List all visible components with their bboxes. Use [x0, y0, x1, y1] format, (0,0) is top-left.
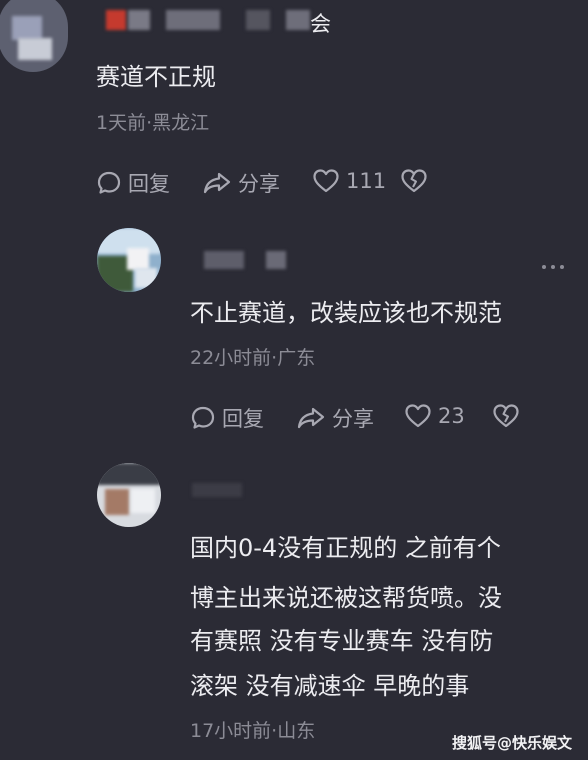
username-redacted[interactable] [200, 248, 300, 272]
broken-heart-icon [492, 403, 520, 429]
like-count: 23 [438, 404, 465, 428]
username-redacted[interactable]: 会 [104, 6, 354, 36]
comment-text-line: 滚架 没有减速伞 早晚的事 [190, 672, 470, 700]
comment-meta: 22小时前·广东 [190, 347, 316, 369]
share-label: 分享 [238, 172, 280, 196]
comment-meta: 17小时前·山东 [190, 720, 316, 742]
avatar[interactable] [97, 463, 161, 527]
like-count: 111 [346, 169, 387, 193]
like-button[interactable]: 111 [312, 168, 386, 194]
share-button[interactable]: 分享 [202, 168, 280, 198]
more-icon[interactable] [542, 265, 564, 269]
reply-label: 回复 [128, 172, 170, 196]
username-fragment: 会 [310, 12, 331, 36]
reply-button[interactable]: 回复 [96, 168, 170, 198]
heart-icon [312, 168, 340, 194]
username-redacted[interactable] [190, 481, 250, 501]
comment-icon [190, 405, 216, 431]
reply-button[interactable]: 回复 [190, 403, 264, 433]
heart-icon [404, 403, 432, 429]
reply-label: 回复 [222, 407, 264, 431]
avatar[interactable] [97, 228, 161, 292]
dislike-button[interactable] [400, 168, 428, 194]
watermark: 搜狐号@快乐娱文 [452, 734, 573, 752]
comment-text-line: 博主出来说还被这帮货喷。没 [190, 584, 502, 612]
dislike-button[interactable] [492, 403, 520, 429]
comment-icon [96, 170, 122, 196]
comment-text: 不止赛道，改装应该也不规范 [190, 299, 502, 327]
avatar[interactable] [0, 0, 68, 72]
share-icon [202, 170, 232, 196]
comment-text: 赛道不正规 [96, 63, 216, 91]
comment-meta: 1天前·黑龙江 [96, 112, 210, 134]
share-icon [296, 405, 326, 431]
share-label: 分享 [332, 407, 374, 431]
comment-text-line: 国内0-4没有正规的 之前有个 [190, 534, 501, 562]
share-button[interactable]: 分享 [296, 403, 374, 433]
broken-heart-icon [400, 168, 428, 194]
comment-text-line: 有赛照 没有专业赛车 没有防 [190, 627, 494, 655]
like-button[interactable]: 23 [404, 403, 465, 429]
